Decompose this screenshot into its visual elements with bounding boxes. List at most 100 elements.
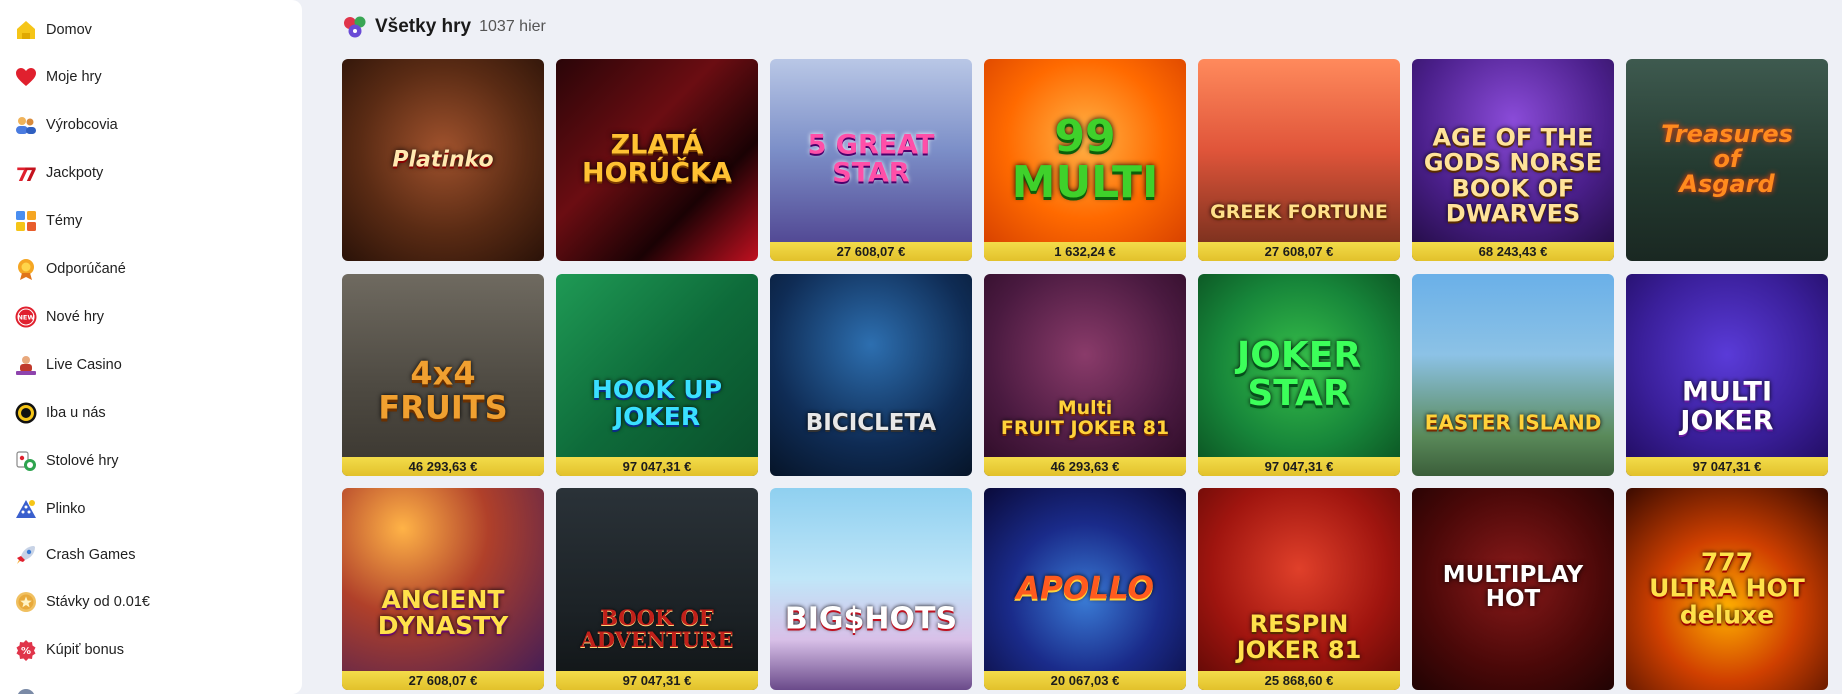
game-tile[interactable]: BOOK OF ADVENTURE 97 047,31 € xyxy=(556,488,758,690)
plinko-icon xyxy=(13,496,39,522)
game-title: BOOK OF ADVENTURE xyxy=(580,605,734,653)
game-tile[interactable]: MULTI JOKER 97 047,31 € xyxy=(1626,274,1828,476)
jackpot-amount: 68 243,43 € xyxy=(1412,242,1614,261)
game-tile[interactable]: APOLLO 20 067,03 € xyxy=(984,488,1186,690)
sidebar-item-label: Odporúčané xyxy=(46,261,126,277)
game-count: 1037 hier xyxy=(479,18,546,35)
game-tile[interactable]: Platinko xyxy=(342,59,544,261)
home-icon xyxy=(13,17,39,43)
jackpot-amount: 97 047,31 € xyxy=(1198,457,1400,476)
sidebar-item-table-games[interactable]: Stolové hry xyxy=(0,441,302,481)
sidebar-item-home[interactable]: Domov xyxy=(0,10,302,50)
game-tile[interactable]: JOKER STAR 97 047,31 € xyxy=(1198,274,1400,476)
game-title: ANCIENT DYNASTY xyxy=(377,584,509,641)
game-title: 777 ULTRA HOT deluxe xyxy=(1649,547,1805,630)
game-title: Treasures of Asgard xyxy=(1661,120,1793,199)
game-tile[interactable]: EASTER ISLAND xyxy=(1412,274,1614,476)
bonus-icon: % xyxy=(13,637,39,663)
sidebar-item-label: Výrobcovia xyxy=(46,117,118,133)
game-tile[interactable]: 777 ULTRA HOT deluxe xyxy=(1626,488,1828,690)
svg-text:%: % xyxy=(21,646,31,657)
sidebar: Domov Moje hry Výrobcovia 77 Jackpoty Té… xyxy=(0,0,302,694)
sidebar-item-label: Iba u nás xyxy=(46,405,106,421)
new-icon: NEW xyxy=(13,304,39,330)
sidebar-item-low-stakes[interactable]: Stávky od 0.01€ xyxy=(0,582,302,622)
sidebar-item-label: Plinko xyxy=(46,501,86,517)
dice-icon xyxy=(342,14,368,40)
sidebar-item-new-games[interactable]: NEW Nové hry xyxy=(0,297,302,337)
game-tile[interactable]: AGE OF THE GODS NORSE BOOK OF DWARVES 68… xyxy=(1412,59,1614,261)
game-title: HOOK UP JOKER xyxy=(591,375,723,431)
sidebar-item-my-games[interactable]: Moje hry xyxy=(0,57,302,97)
game-title: RESPIN JOKER 81 xyxy=(1236,610,1362,664)
game-artwork xyxy=(984,274,1186,476)
ring-icon xyxy=(13,400,39,426)
jackpot-amount: 1 632,24 € xyxy=(984,242,1186,261)
game-tile[interactable]: ZLATÁ HORÚČKA xyxy=(556,59,758,261)
sidebar-item-jackpots[interactable]: 77 Jackpoty xyxy=(0,153,302,193)
game-title: MULTIPLAY HOT xyxy=(1442,561,1584,612)
cards-icon xyxy=(13,448,39,474)
sidebar-item-label: Stávky od 0.01€ xyxy=(46,594,150,610)
sidebar-item-providers[interactable]: Výrobcovia xyxy=(0,105,302,145)
game-tile[interactable]: GREEK FORTUNE 27 608,07 € xyxy=(1198,59,1400,261)
game-tile[interactable]: BIG$HOTS xyxy=(770,488,972,690)
game-title: BIG$HOTS xyxy=(784,601,958,637)
game-artwork xyxy=(770,488,972,690)
sidebar-item-label: Domov xyxy=(46,22,92,38)
coin-icon xyxy=(13,589,39,615)
game-tile[interactable]: BICICLETA xyxy=(770,274,972,476)
game-tile[interactable]: ANCIENT DYNASTY 27 608,07 € xyxy=(342,488,544,690)
sidebar-item-exclusive[interactable]: Iba u nás xyxy=(0,393,302,433)
sidebar-item-label: Stolové hry xyxy=(46,453,119,469)
game-title: ZLATÁ HORÚČKA xyxy=(582,129,732,189)
game-artwork xyxy=(1198,59,1400,261)
game-tile[interactable]: 4x4 FRUITS 46 293,63 € xyxy=(342,274,544,476)
jackpot-amount: 46 293,63 € xyxy=(342,457,544,476)
game-tile[interactable]: Treasures of Asgard xyxy=(1626,59,1828,261)
game-title: APOLLO xyxy=(1016,570,1154,607)
sidebar-item-label: Kúpiť bonus xyxy=(46,642,124,658)
jackpot-amount: 27 608,07 € xyxy=(342,671,544,690)
game-tile[interactable]: Multi FRUIT JOKER 81 46 293,63 € xyxy=(984,274,1186,476)
people-icon xyxy=(13,112,39,138)
sidebar-item-label: Jackpoty xyxy=(46,165,104,181)
more-icon xyxy=(13,685,39,694)
game-tile[interactable]: RESPIN JOKER 81 25 868,60 € xyxy=(1198,488,1400,690)
game-tile[interactable]: 5 GREAT STAR 27 608,07 € xyxy=(770,59,972,261)
sidebar-item-recommended[interactable]: Odporúčané xyxy=(0,249,302,289)
game-artwork xyxy=(1412,274,1614,476)
game-title: BICICLETA xyxy=(805,410,937,437)
jackpot-amount: 97 047,31 € xyxy=(556,671,758,690)
game-title: MULTI JOKER xyxy=(1680,376,1774,437)
sidebar-item-label: Live Casino xyxy=(46,357,122,373)
svg-text:7: 7 xyxy=(24,164,37,185)
sidebar-item-label: Moje hry xyxy=(46,69,102,85)
sidebar-item-more[interactable] xyxy=(0,678,302,694)
game-tile[interactable]: MULTIPLAY HOT xyxy=(1412,488,1614,690)
svg-text:NEW: NEW xyxy=(17,314,34,322)
game-artwork xyxy=(556,488,758,690)
game-title: AGE OF THE GODS NORSE BOOK OF DWARVES xyxy=(1423,123,1603,228)
game-title: 4x4 FRUITS xyxy=(378,354,508,427)
rocket-icon xyxy=(13,542,39,568)
sidebar-item-themes[interactable]: Témy xyxy=(0,201,302,241)
page-title: Všetky hry xyxy=(375,16,472,37)
sidebar-item-buy-bonus[interactable]: % Kúpiť bonus xyxy=(0,630,302,670)
seven-icon: 77 xyxy=(13,160,39,186)
game-title: 99 MULTI xyxy=(1011,110,1159,208)
game-title: Platinko xyxy=(392,147,494,173)
jackpot-amount: 97 047,31 € xyxy=(1626,457,1828,476)
jackpot-amount: 25 868,60 € xyxy=(1198,671,1400,690)
badge-icon xyxy=(13,256,39,282)
jackpot-amount: 27 608,07 € xyxy=(1198,242,1400,261)
game-tile[interactable]: 99 MULTI 1 632,24 € xyxy=(984,59,1186,261)
sidebar-item-label: Nové hry xyxy=(46,309,105,325)
sidebar-item-live-casino[interactable]: Live Casino xyxy=(0,345,302,385)
sidebar-item-crash-games[interactable]: Crash Games xyxy=(0,535,302,575)
game-title: Multi FRUIT JOKER 81 xyxy=(1000,397,1170,440)
game-tile[interactable]: HOOK UP JOKER 97 047,31 € xyxy=(556,274,758,476)
sidebar-item-label: Témy xyxy=(46,213,83,229)
game-title: JOKER STAR xyxy=(1236,335,1362,414)
sidebar-item-plinko[interactable]: Plinko xyxy=(0,489,302,529)
